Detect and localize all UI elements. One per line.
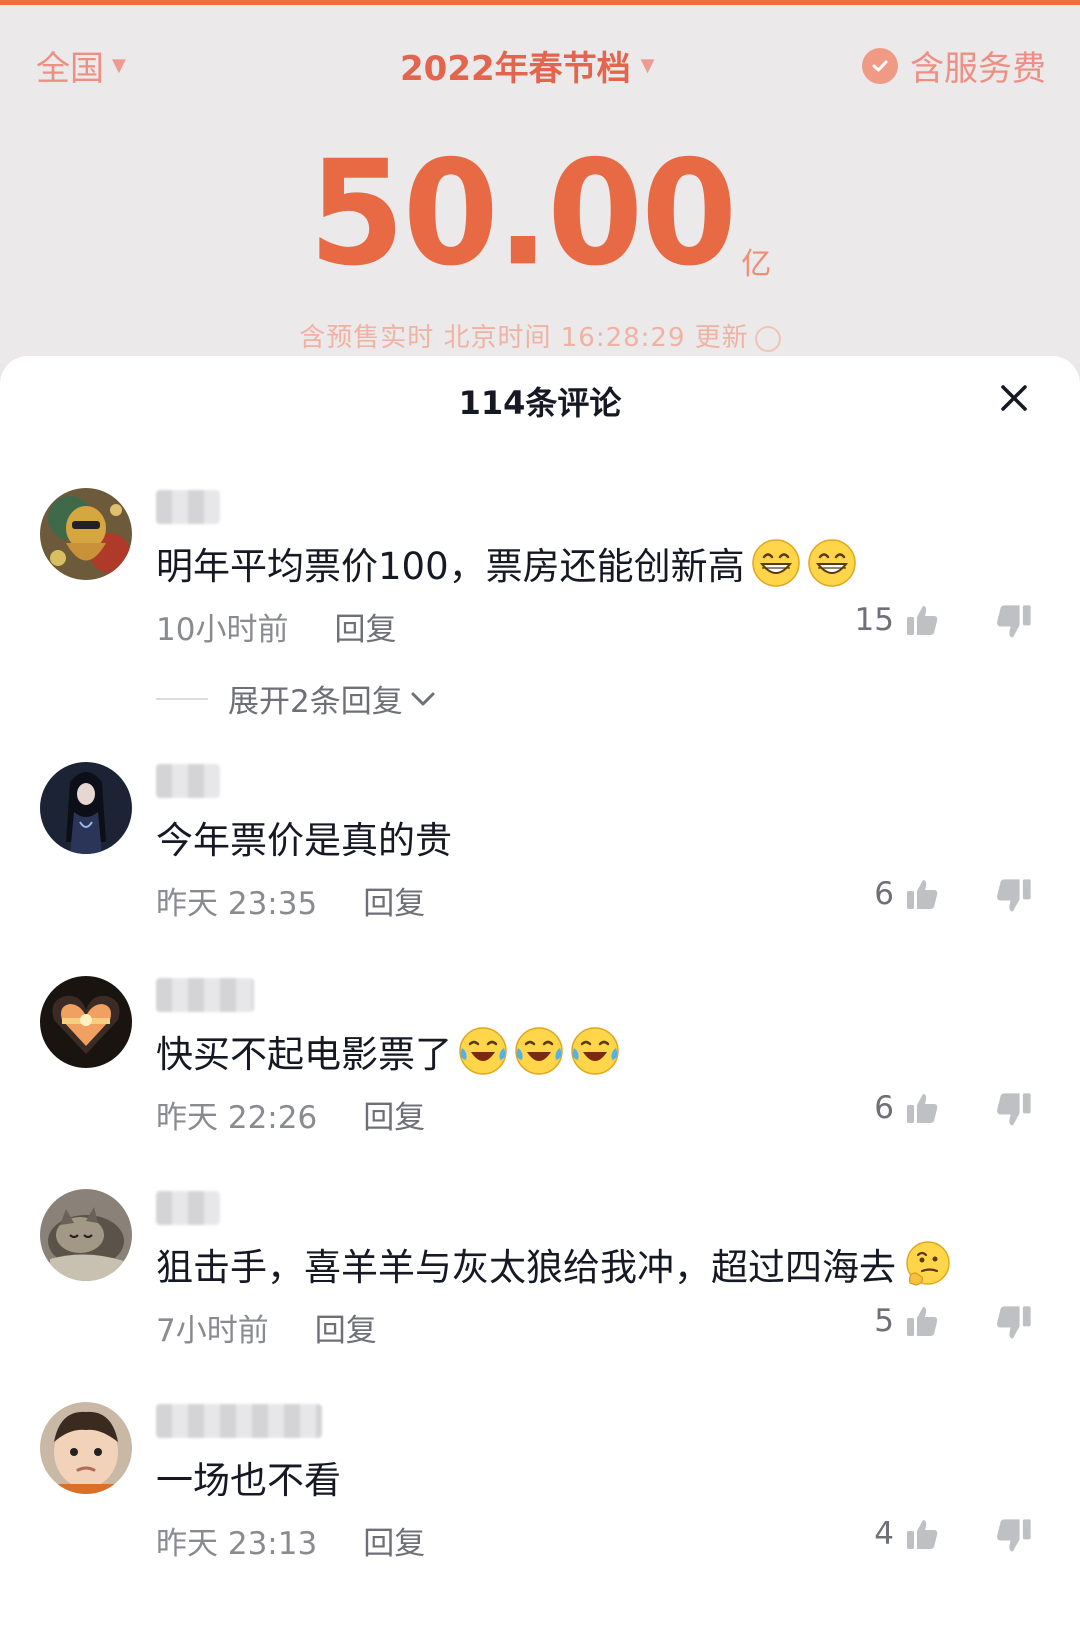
username-blurred	[156, 490, 220, 524]
username-blurred	[156, 1191, 220, 1225]
tears-of-joy-emoji-icon	[571, 1027, 619, 1075]
comment-count-title: 114条评论	[458, 384, 622, 422]
comment-meta: 昨天 23:35 回复	[156, 878, 425, 923]
tears-of-joy-emoji-icon	[459, 1027, 507, 1075]
avatar[interactable]	[40, 976, 132, 1068]
comment-meta: 昨天 23:13 回复	[156, 1518, 425, 1563]
close-icon	[1001, 385, 1027, 411]
period-selector[interactable]: 2022年春节档 ▼	[400, 41, 654, 90]
like-button[interactable]: 4	[874, 1516, 940, 1552]
thinking-emoji-icon	[906, 1241, 950, 1286]
thumb-up-icon	[907, 880, 938, 909]
tears-of-joy-emoji-icon	[515, 1027, 563, 1075]
avatar[interactable]	[40, 1402, 132, 1494]
username-blurred	[156, 978, 254, 1012]
reply-button[interactable]: 回复	[363, 878, 425, 923]
thumb-down-icon[interactable]	[994, 1090, 1034, 1130]
reply-button[interactable]: 回复	[334, 604, 396, 649]
thumb-down-icon[interactable]	[994, 602, 1034, 642]
thumb-up-icon	[907, 606, 938, 635]
like-count: 6	[874, 876, 894, 912]
username-blurred	[156, 764, 220, 798]
like-button[interactable]: 6	[874, 1090, 940, 1126]
service-fee-toggle[interactable]: 含服务费	[862, 41, 1046, 90]
region-label: 全国	[36, 49, 104, 89]
reply-button[interactable]: 回复	[363, 1518, 425, 1563]
like-count: 6	[874, 1090, 894, 1126]
period-label: 2022年春节档	[400, 49, 631, 89]
comment-time: 昨天 23:13	[156, 1526, 318, 1562]
comment-text: 一场也不看	[156, 1459, 341, 1502]
expand-replies-button[interactable]: 展开2条回复	[156, 676, 437, 721]
update-note: 含预售实时 北京时间 16:28:29 更新	[0, 317, 1080, 354]
thumb-up-icon	[907, 1307, 938, 1336]
avatar[interactable]	[40, 1189, 132, 1281]
comment-meta: 10小时前 回复	[156, 604, 396, 649]
comment-time: 10小时前	[156, 612, 289, 648]
like-count: 15	[854, 602, 894, 638]
like-count: 5	[874, 1303, 894, 1339]
comment-meta: 7小时前 回复	[156, 1305, 377, 1350]
thumb-down-icon[interactable]	[994, 1303, 1034, 1343]
grin-emoji-icon	[751, 539, 800, 587]
avatar[interactable]	[40, 762, 132, 854]
comment-time: 昨天 23:35	[156, 886, 318, 922]
grin-emoji-icon	[807, 539, 856, 587]
expand-replies-label: 展开2条回复	[228, 684, 403, 720]
reply-button[interactable]: 回复	[315, 1305, 377, 1350]
total-value: 50.00	[308, 128, 738, 298]
service-fee-label: 含服务费	[910, 49, 1046, 89]
username-blurred	[156, 1404, 322, 1438]
region-selector[interactable]: 全国 ▼	[36, 41, 126, 90]
thumb-up-icon	[907, 1520, 938, 1549]
comment-time: 7小时前	[156, 1313, 269, 1349]
comment-text: 快买不起电影票了	[156, 1024, 620, 1078]
like-count: 4	[874, 1516, 894, 1552]
comment-time: 昨天 22:26	[156, 1100, 318, 1136]
comment-text: 明年平均票价100，票房还能创新高	[156, 536, 857, 590]
like-button[interactable]: 6	[874, 876, 940, 912]
avatar[interactable]	[40, 488, 132, 580]
box-office-header: 全国 ▼ 2022年春节档 ▼ 含服务费 50.00 亿 含预售实时 北京时间 1…	[0, 5, 1080, 365]
info-icon	[754, 325, 781, 352]
comment-text: 今年票价是真的贵	[156, 819, 452, 862]
comment-text: 狙击手，喜羊羊与灰太狼给我冲，超过四海去	[156, 1237, 952, 1291]
like-button[interactable]: 15	[855, 602, 940, 638]
divider-line	[156, 697, 208, 700]
thumb-up-icon	[907, 1094, 938, 1123]
total-unit: 亿	[741, 247, 772, 282]
comment-meta: 昨天 22:26 回复	[156, 1092, 425, 1137]
like-button[interactable]: 5	[874, 1303, 940, 1339]
dropdown-triangle-icon: ▼	[640, 55, 655, 76]
update-text: 含预售实时 北京时间 16:28:29 更新	[299, 323, 749, 353]
chevron-down-icon	[411, 692, 435, 705]
reply-button[interactable]: 回复	[363, 1092, 425, 1137]
thumb-down-icon[interactable]	[994, 876, 1034, 916]
check-icon	[862, 47, 898, 84]
close-button[interactable]	[992, 376, 1036, 420]
total-box-office: 50.00 亿	[0, 141, 1080, 286]
dropdown-triangle-icon: ▼	[112, 55, 126, 76]
thumb-down-icon[interactable]	[994, 1516, 1034, 1556]
